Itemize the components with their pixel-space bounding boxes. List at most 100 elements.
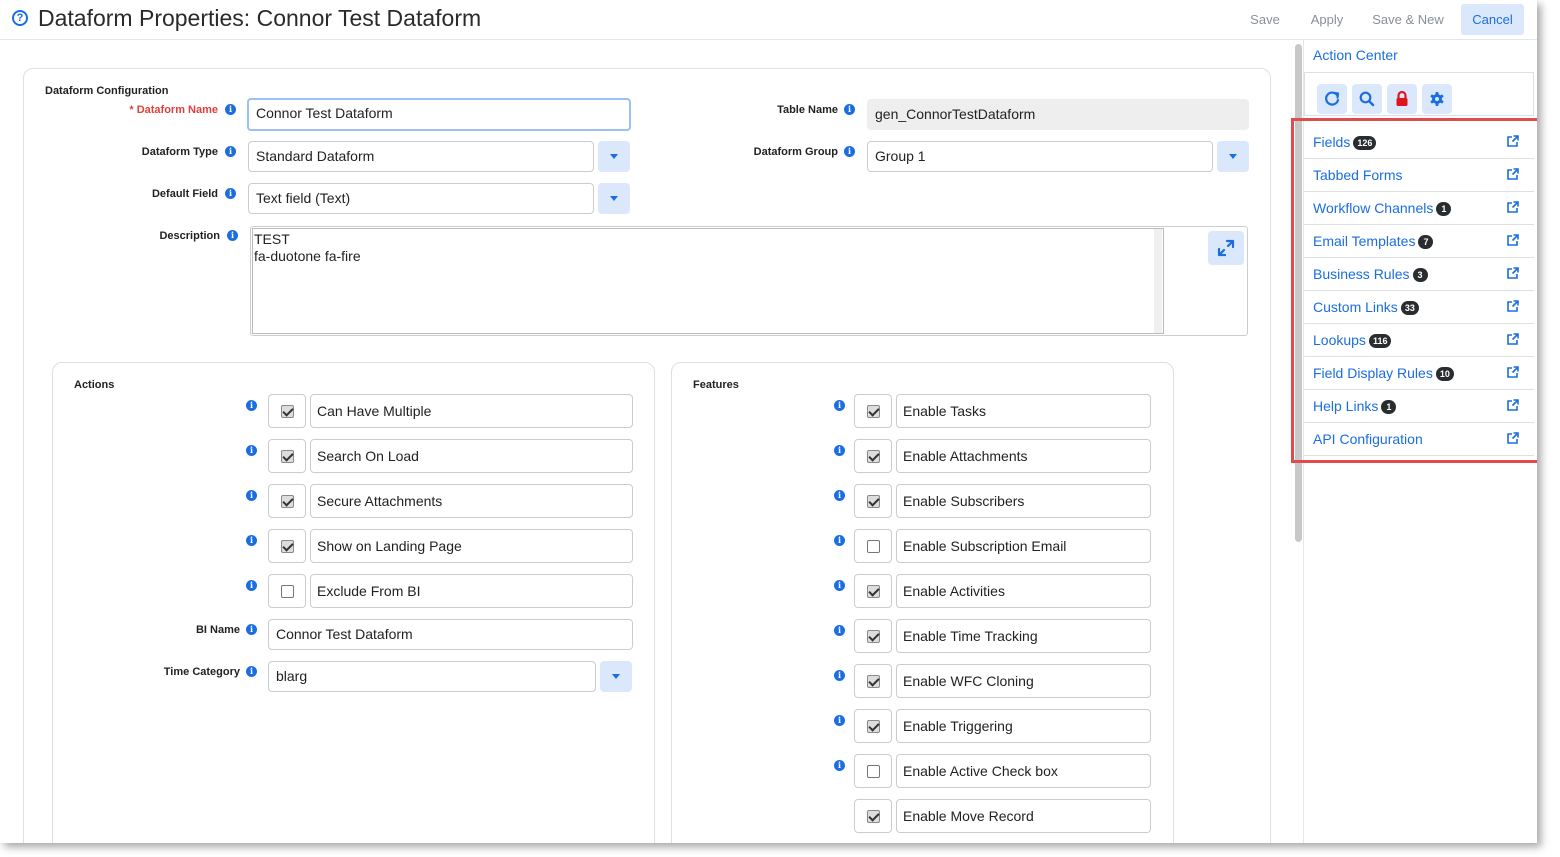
checkbox-label[interactable]: Show on Landing Page [310,529,633,563]
checkbox[interactable] [867,495,880,508]
dataform-type-select[interactable]: Standard Dataform [248,141,594,172]
search-button[interactable] [1352,84,1382,114]
info-icon[interactable]: i [225,104,236,115]
checkbox-label[interactable]: Enable Activities [896,574,1151,608]
expand-icon [1217,239,1235,257]
info-icon[interactable]: i [834,625,845,636]
info-icon[interactable]: i [246,445,257,456]
checkbox-label[interactable]: Enable Subscribers [896,484,1151,518]
save-and-new-button[interactable]: Save & New [1366,4,1450,35]
checkbox[interactable] [867,540,880,553]
checkbox-label[interactable]: Enable Triggering [896,709,1151,743]
info-icon[interactable]: i [246,624,257,635]
checkbox-label[interactable]: Can Have Multiple [310,394,633,428]
help-circle-icon[interactable]: ? [12,10,28,26]
info-icon[interactable]: i [225,146,236,157]
checkbox-label[interactable]: Enable Active Check box [896,754,1151,788]
info-icon[interactable]: i [834,400,845,411]
chevron-down-icon[interactable] [598,141,630,172]
info-icon[interactable]: i [834,535,845,546]
checkbox[interactable] [281,450,294,463]
dataform-group-label: Dataform Group [753,146,838,158]
chevron-down-icon[interactable] [600,661,632,692]
checkbox-label[interactable]: Enable Subscription Email [896,529,1151,563]
description-textarea[interactable]: TEST fa-duotone fa-fire [252,228,1164,334]
checkbox-cell [854,484,892,518]
dataform-group-select[interactable]: Group 1 [867,141,1213,172]
info-icon[interactable]: i [246,535,257,546]
settings-button[interactable] [1422,84,1452,114]
cancel-button[interactable]: Cancel [1461,4,1524,35]
expand-button[interactable] [1208,231,1244,265]
gear-icon [1430,92,1444,106]
search-icon [1359,91,1375,107]
checkbox-label[interactable]: Enable Attachments [896,439,1151,473]
info-icon[interactable]: i [834,445,845,456]
apply-button[interactable]: Apply [1302,4,1352,35]
page-title: Dataform Properties: Connor Test Datafor… [38,5,482,31]
checkbox[interactable] [867,765,880,778]
bi-name-input[interactable]: Connor Test Dataform [268,619,633,650]
checkbox[interactable] [867,720,880,733]
checkbox-label[interactable]: Enable WFC Cloning [896,664,1151,698]
info-icon[interactable]: i [246,400,257,411]
checkbox-label[interactable]: Enable Tasks [896,394,1151,428]
checkbox[interactable] [281,540,294,553]
action-center-title: Action Center [1313,47,1398,63]
time-category-select[interactable]: blarg [268,661,596,692]
checkbox-cell [268,574,306,608]
checkbox-label[interactable]: Enable Time Tracking [896,619,1151,653]
default-field-select[interactable]: Text field (Text) [248,183,594,214]
checkbox-cell [854,439,892,473]
info-icon[interactable]: i [225,188,236,199]
checkbox-label[interactable]: Enable Move Record [896,799,1151,833]
description-label: Description [159,230,220,242]
info-icon[interactable]: i [834,670,845,681]
lock-icon [1396,90,1408,106]
info-icon[interactable]: i [844,104,855,115]
chevron-down-icon[interactable] [1217,141,1249,172]
info-icon[interactable]: i [834,760,845,771]
checkbox-cell [854,529,892,563]
checkbox-label[interactable]: Secure Attachments [310,484,633,518]
checkbox-cell [268,394,306,428]
save-button[interactable]: Save [1240,4,1290,35]
header-bar: ? Dataform Properties: Connor Test Dataf… [0,0,1537,40]
info-icon[interactable]: i [834,490,845,501]
checkbox-cell [854,394,892,428]
checkbox[interactable] [867,585,880,598]
dataform-properties-window: ? Dataform Properties: Connor Test Dataf… [0,0,1537,843]
description-editor: TEST fa-duotone fa-fire [250,226,1248,336]
info-icon[interactable]: i [246,580,257,591]
dataform-name-label: * Dataform Name [129,104,218,116]
checkbox[interactable] [281,405,294,418]
checkbox[interactable] [281,495,294,508]
checkbox-label[interactable]: Search On Load [310,439,633,473]
info-icon[interactable]: i [834,715,845,726]
dataform-name-input[interactable]: Connor Test Dataform [247,98,631,131]
checkbox[interactable] [867,405,880,418]
checkbox-cell [854,619,892,653]
table-name-field: gen_ConnorTestDataform [867,99,1249,130]
description-scrollbar[interactable] [1154,229,1162,333]
checkbox[interactable] [867,810,880,823]
info-icon[interactable]: i [844,146,855,157]
checkbox-cell [268,484,306,518]
chevron-down-icon[interactable] [598,183,630,214]
default-field-label: Default Field [151,188,218,200]
checkbox-cell [268,529,306,563]
checkbox[interactable] [867,675,880,688]
checkbox-cell [268,439,306,473]
info-icon[interactable]: i [246,490,257,501]
info-icon[interactable]: i [227,230,238,241]
info-icon[interactable]: i [834,580,845,591]
refresh-button[interactable] [1317,84,1347,114]
checkbox[interactable] [281,585,294,598]
checkbox[interactable] [867,450,880,463]
bi-name-label: BI Name [195,624,240,636]
checkbox-cell [854,574,892,608]
info-icon[interactable]: i [246,666,257,677]
checkbox-label[interactable]: Exclude From BI [310,574,633,608]
lock-button[interactable] [1387,84,1417,114]
checkbox[interactable] [867,630,880,643]
